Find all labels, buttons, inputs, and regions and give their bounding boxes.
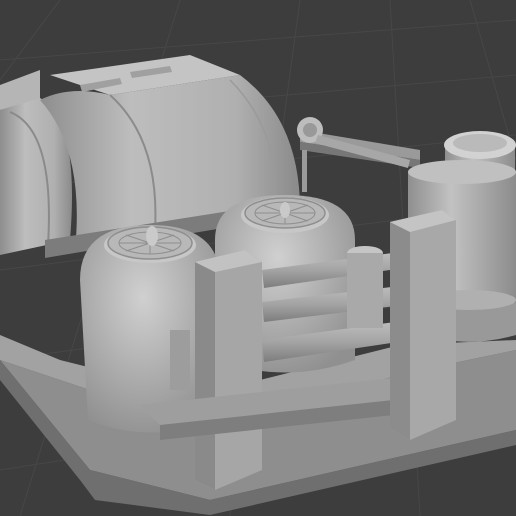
fan-left[interactable] (107, 226, 193, 260)
viewport-scene[interactable] (0, 0, 516, 516)
3d-viewport[interactable] (0, 0, 516, 516)
fan-right[interactable] (244, 197, 326, 229)
